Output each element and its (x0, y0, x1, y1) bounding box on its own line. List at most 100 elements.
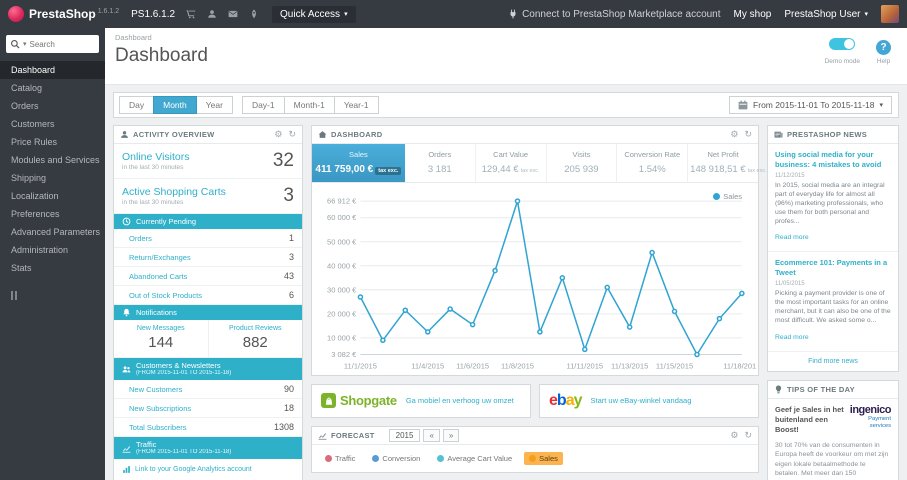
sidebar-item-administration[interactable]: Administration (0, 241, 105, 259)
active-carts-row[interactable]: Active Shopping Carts in the last 30 min… (114, 179, 302, 214)
sidebar-item-customers[interactable]: Customers (0, 115, 105, 133)
marketplace-connect-link[interactable]: Connect to PrestaShop Marketplace accoun… (508, 9, 721, 20)
sidebar-search[interactable]: ▾ (6, 35, 99, 53)
pending-returns-row[interactable]: Return/Exchanges 3 (114, 248, 302, 267)
svg-text:20 000 €: 20 000 € (327, 309, 357, 318)
tips-text: 30 tot 70% van de consumenten in Europa … (775, 441, 890, 480)
forecast-legend-traffic[interactable]: Traffic (320, 452, 360, 465)
panel-settings-icon[interactable]: ⚙ (730, 430, 738, 440)
news-article-title[interactable]: Ecommerce 101: Payments in a Tweet (775, 258, 891, 278)
panel-refresh-icon[interactable]: ↻ (744, 130, 752, 139)
sidebar-collapse-button[interactable] (11, 291, 105, 300)
sidebar-item-localization[interactable]: Localization (0, 187, 105, 205)
demo-mode-toggle[interactable] (829, 38, 856, 50)
new-messages-cell[interactable]: New Messages 144 (114, 320, 209, 357)
kpi-conversion-rate[interactable]: Conversion Rate 1.54% (617, 144, 689, 182)
kpi-cart-value[interactable]: Cart Value 129,44 € tax exc. (476, 144, 547, 182)
date-range-picker[interactable]: From 2015-11-01 To 2015-11-18 ▾ (729, 96, 892, 114)
dashboard-panel-title: DASHBOARD (331, 130, 383, 139)
clock-icon (122, 217, 131, 226)
sidebar-item-stats[interactable]: Stats (0, 259, 105, 277)
breadcrumb[interactable]: Dashboard (115, 33, 897, 42)
filter-day-1-button[interactable]: Day-1 (241, 96, 285, 114)
filter-month-1-button[interactable]: Month-1 (283, 96, 335, 114)
shop-version-link[interactable]: PS1.6.1.2 (131, 9, 175, 20)
rocket-icon[interactable] (249, 9, 259, 19)
panel-settings-icon[interactable]: ⚙ (730, 130, 738, 139)
kpi-visits[interactable]: Visits 205 939 (547, 144, 618, 182)
sidebar-item-price-rules[interactable]: Price Rules (0, 133, 105, 151)
read-more-link[interactable]: Read more (775, 234, 809, 241)
legend-dot (713, 193, 721, 200)
kpi-orders[interactable]: Orders 3 181 (405, 144, 476, 182)
lightbulb-icon (775, 385, 782, 393)
total-subscribers-row[interactable]: Total Subscribers 1308 (114, 418, 302, 438)
news-article-title[interactable]: Using social media for your business: 4 … (775, 150, 891, 170)
pending-orders-row[interactable]: Orders 1 (114, 229, 302, 248)
avatar[interactable] (881, 5, 899, 23)
ebay-promo: ebay Start uw eBay-winkel vandaag (539, 383, 759, 418)
user-menu[interactable]: PrestaShop User ▾ (784, 9, 868, 20)
customer-icon[interactable] (207, 9, 217, 19)
filter-month-button[interactable]: Month (153, 96, 197, 114)
dashboard-panel: DASHBOARD ⚙ ↻ Sales 411 759,00 € tax exc. … (311, 125, 767, 376)
dashboard-columns: ACTIVITY OVERVIEW ⚙ ↻ Online Visitors in … (105, 125, 907, 480)
page-title: Dashboard (115, 45, 208, 66)
brand-name: PrestaShop (29, 7, 96, 21)
shopgate-promo-link[interactable]: Ga mobiel en verhoog uw omzet (406, 396, 514, 405)
find-more-news-link[interactable]: Find more news (768, 352, 898, 371)
sidebar-item-preferences[interactable]: Preferences (0, 205, 105, 223)
sidebar-item-advanced-parameters[interactable]: Advanced Parameters (0, 223, 105, 241)
search-type-caret[interactable]: ▾ (23, 40, 27, 48)
ebay-promo-link[interactable]: Start uw eBay-winkel vandaag (591, 396, 692, 405)
svg-text:10 000 €: 10 000 € (327, 333, 357, 342)
forecast-legend-conversion[interactable]: Conversion (367, 452, 425, 465)
sidebar-item-orders[interactable]: Orders (0, 97, 105, 115)
forecast-year[interactable]: 2015 (388, 428, 421, 442)
search-input[interactable] (29, 39, 84, 49)
search-icon (11, 40, 20, 49)
filter-year-button[interactable]: Year (195, 96, 233, 114)
svg-text:11/15/2015: 11/15/2015 (656, 362, 693, 371)
filter-day-button[interactable]: Day (119, 96, 155, 114)
new-customers-row[interactable]: New Customers 90 (114, 380, 302, 400)
tips-of-the-day-panel: TIPS OF THE DAY Geef je Sales in het bui… (767, 379, 899, 480)
sidebar-item-shipping[interactable]: Shipping (0, 169, 105, 187)
google-analytics-link[interactable]: Link to your Google Analytics account (114, 459, 302, 480)
mail-icon[interactable] (228, 9, 238, 19)
sidebar-item-dashboard[interactable]: Dashboard (0, 61, 105, 79)
chevron-down-icon: ▾ (344, 11, 348, 18)
filter-year-1-button[interactable]: Year-1 (333, 96, 379, 114)
forecast-prev-button[interactable]: « (423, 428, 440, 442)
online-visitors-row[interactable]: Online Visitors in the last 30 minutes 3… (114, 144, 302, 179)
quick-access-menu[interactable]: Quick Access ▾ (272, 5, 356, 23)
forecast-next-button[interactable]: » (442, 428, 460, 442)
forecast-panel-title: FORECAST (331, 430, 375, 440)
cart-icon[interactable] (186, 9, 196, 19)
news-article: Using social media for your business: 4 … (768, 144, 898, 253)
forecast-legend-average-cart-value[interactable]: Average Cart Value (432, 452, 517, 465)
kpi-sales[interactable]: Sales 411 759,00 € tax exc. (312, 144, 405, 182)
help-icon[interactable]: ? (876, 40, 891, 55)
panel-settings-icon[interactable]: ⚙ (274, 130, 282, 139)
out-of-stock-row[interactable]: Out of Stock Products 6 (114, 286, 302, 305)
prestashop-home-link[interactable]: PrestaShop 1.6.1.2 (0, 6, 119, 22)
news-panel-header: PRESTASHOP NEWS (768, 126, 898, 144)
read-more-link[interactable]: Read more (775, 334, 809, 341)
new-subscriptions-row[interactable]: New Subscriptions 18 (114, 399, 302, 419)
news-article-date: 11/12/2015 (775, 172, 805, 179)
abandoned-carts-row[interactable]: Abandoned Carts 43 (114, 267, 302, 286)
kpi-net-profit[interactable]: Net Profit 148 918,51 € tax exc. (688, 144, 766, 182)
news-article: Ecommerce 101: Payments in a Tweet 11/05… (768, 252, 898, 352)
date-filter-bar: Day Month Year Day-1 Month-1 Year-1 From… (113, 92, 899, 118)
panel-refresh-icon[interactable]: ↻ (288, 130, 296, 139)
panel-refresh-icon[interactable]: ↻ (744, 430, 752, 440)
forecast-year-control: 2015 « » (388, 428, 460, 442)
sidebar-item-modules-and-services[interactable]: Modules and Services (0, 151, 105, 169)
newspaper-icon (774, 131, 783, 138)
my-shop-link[interactable]: My shop (734, 9, 772, 20)
news-column: PRESTASHOP NEWS Using social media for y… (767, 125, 899, 480)
sidebar-item-catalog[interactable]: Catalog (0, 79, 105, 97)
forecast-legend-sales[interactable]: Sales (524, 451, 563, 465)
product-reviews-cell[interactable]: Product Reviews 882 (209, 320, 303, 357)
